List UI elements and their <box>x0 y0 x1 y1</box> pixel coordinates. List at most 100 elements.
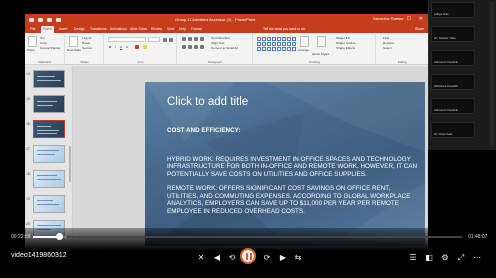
present-icon[interactable] <box>56 17 61 22</box>
thumbnail-row[interactable]: 18 <box>25 170 71 192</box>
section-button[interactable]: Section <box>82 46 92 50</box>
participant-tile[interactable]: Aditya Das <box>431 2 475 18</box>
thumbnail-number: 19 <box>26 197 30 201</box>
replace-button[interactable]: Replace <box>383 41 394 45</box>
repeat-icon[interactable]: ⇆ <box>293 253 303 263</box>
text-direction-button[interactable]: Text Direction <box>211 36 230 40</box>
tab-file[interactable]: File <box>28 26 37 33</box>
rewind-icon[interactable]: ⟲ <box>227 253 237 263</box>
next-icon[interactable]: ▶ <box>278 253 288 263</box>
shape-fill-button[interactable]: Shape Fill <box>336 36 350 40</box>
align-left-icon[interactable] <box>182 45 186 49</box>
shadow-icon[interactable]: S <box>126 45 128 49</box>
select-button[interactable]: Select <box>383 46 392 50</box>
thumbnail-row[interactable]: 16 <box>25 120 71 142</box>
paste-icon[interactable] <box>28 36 37 47</box>
pause-button[interactable] <box>240 248 256 264</box>
align-right-icon[interactable] <box>194 45 198 49</box>
arrange-icon[interactable] <box>300 36 309 47</box>
tab-format[interactable]: Format <box>189 26 204 33</box>
more-icon[interactable]: ⋯ <box>472 253 482 263</box>
shrink-font-icon[interactable] <box>169 37 173 42</box>
tab-insert[interactable]: Insert <box>57 26 69 33</box>
new-slide-label[interactable]: New Slide <box>67 48 81 52</box>
quick-styles-icon[interactable] <box>317 36 326 47</box>
highlight-icon[interactable] <box>143 45 147 49</box>
tab-home[interactable]: Home <box>41 26 55 33</box>
reset-button[interactable]: Reset <box>82 41 90 45</box>
slide-thumbnail[interactable] <box>33 195 65 213</box>
italic-icon[interactable]: I <box>115 45 116 49</box>
tell-me-search[interactable]: Tell me what you want to do <box>263 26 305 33</box>
indent-decrease-icon[interactable] <box>194 37 198 41</box>
tab-animations[interactable]: Animations <box>108 26 129 33</box>
slide-thumbnail[interactable] <box>33 70 65 88</box>
slide-thumbnail[interactable] <box>33 145 65 163</box>
quick-styles-label[interactable]: Quick Styles <box>312 52 329 56</box>
slide-title-placeholder[interactable]: Click to add title <box>167 96 248 108</box>
participant-tile[interactable]: Ashutosh Kaushik <box>431 50 475 66</box>
slide-canvas[interactable]: Click to add title COST AND EFFICIENCY: … <box>145 82 425 250</box>
font-name-select[interactable] <box>108 37 146 42</box>
redo-icon[interactable] <box>47 17 52 22</box>
align-text-button[interactable]: Align Text <box>211 41 224 45</box>
fullscreen-icon[interactable]: ⤢ <box>456 253 466 263</box>
volume-icon[interactable]: ◧ <box>424 253 434 263</box>
new-slide-icon[interactable] <box>69 36 78 47</box>
tab-slide-show[interactable]: Slide Show <box>128 26 149 33</box>
tab-help[interactable]: Help <box>177 26 188 33</box>
tab-view[interactable]: View <box>165 26 176 33</box>
seek-handle[interactable] <box>55 233 63 240</box>
slide-thumbnail-selected[interactable] <box>33 120 65 138</box>
forward-icon[interactable]: ⟳ <box>262 253 272 263</box>
arrange-label[interactable]: Arrange <box>298 48 309 52</box>
thumbnails-scrollbar[interactable] <box>69 146 71 182</box>
shape-effects-button[interactable]: Shape Effects <box>336 46 355 50</box>
grow-font-icon[interactable] <box>163 37 167 42</box>
thumbnail-row[interactable]: 17 <box>25 145 71 167</box>
tab-transitions[interactable]: Transitions <box>88 26 108 33</box>
share-button[interactable]: Share <box>415 26 424 33</box>
font-color-icon[interactable] <box>135 45 139 49</box>
previous-icon[interactable]: ◀ <box>212 253 222 263</box>
font-size-select[interactable] <box>148 37 160 42</box>
copy-button[interactable]: Copy <box>40 41 47 45</box>
slide-paragraph-hybrid: HYBRID WORK: REQUIRES INVESTMENT IN OFFI… <box>167 155 418 178</box>
participant-tile[interactable]: Ashutosh Kaushik <box>431 98 475 114</box>
participants-scrollbar[interactable] <box>490 2 494 148</box>
save-icon[interactable] <box>29 17 34 22</box>
seek-bar[interactable] <box>33 233 462 240</box>
bullets-icon[interactable] <box>182 37 186 41</box>
participant-tile[interactable]: Abhishek Kaushik <box>431 74 475 90</box>
participant-tile[interactable]: Dr. Tapase Yoke <box>431 26 475 42</box>
underline-icon[interactable]: U <box>120 45 122 49</box>
playlist-icon[interactable]: ☰ <box>408 253 418 263</box>
slide-body-text[interactable]: COST AND EFFICIENCY: HYBRID WORK: REQUIR… <box>167 127 419 237</box>
justify-icon[interactable] <box>200 45 204 49</box>
shapes-gallery[interactable] <box>257 37 296 51</box>
shuffle-icon[interactable]: ✕ <box>196 253 206 263</box>
indent-increase-icon[interactable] <box>200 37 204 41</box>
undo-icon[interactable] <box>38 17 43 22</box>
settings-icon[interactable]: ⚙ <box>440 253 450 263</box>
format-painter-button[interactable]: Format Painter <box>40 46 60 50</box>
bold-icon[interactable]: B <box>109 45 111 49</box>
thumbnail-row[interactable]: 15 <box>25 95 71 117</box>
numbering-icon[interactable] <box>188 37 192 41</box>
convert-smartart-button[interactable]: Convert to SmartArt <box>211 46 238 50</box>
participant-name: Ashutosh Kaushik <box>434 108 459 112</box>
paste-label[interactable]: Paste <box>27 48 35 52</box>
tab-review[interactable]: Review <box>149 26 164 33</box>
tab-design[interactable]: Design <box>72 26 87 33</box>
slide-thumbnail[interactable] <box>33 170 65 188</box>
thumbnail-row[interactable]: 14 <box>25 70 71 92</box>
window-controls[interactable]: — ☐ ✕ <box>395 14 426 25</box>
layout-button[interactable]: Layout <box>82 36 91 40</box>
shape-outline-button[interactable]: Shape Outline <box>336 41 356 45</box>
slide-thumbnail[interactable] <box>33 95 65 113</box>
find-button[interactable]: Find <box>383 36 389 40</box>
thumbnail-row[interactable]: 19 <box>25 195 71 217</box>
cut-button[interactable]: Cut <box>40 36 45 40</box>
align-center-icon[interactable] <box>188 45 192 49</box>
participant-tile[interactable]: Dr. Kiran Kale <box>431 122 475 138</box>
